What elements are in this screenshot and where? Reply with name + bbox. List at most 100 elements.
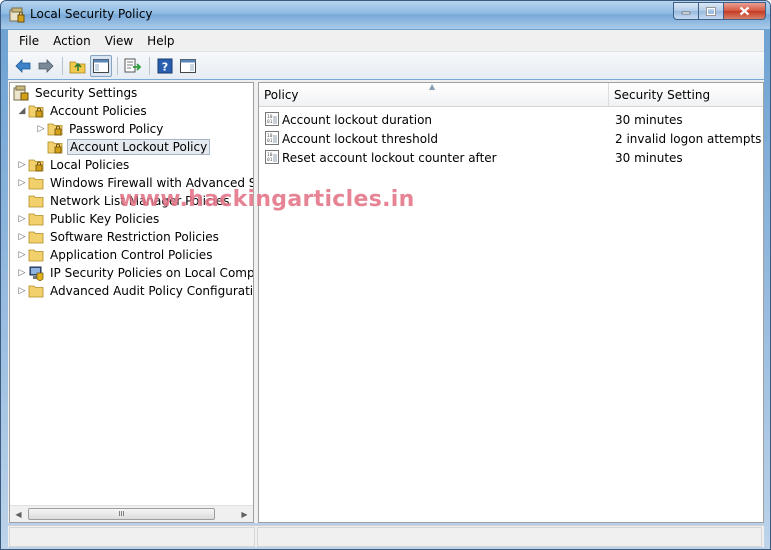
sort-ascending-icon: ▲: [429, 82, 436, 91]
tree-item-software-restriction-policies[interactable]: ▷ Software Restriction Policies: [16, 228, 221, 246]
policy-setting-icon: 1001: [265, 150, 279, 164]
scroll-right-button[interactable]: ▶: [236, 506, 253, 522]
column-header-security-setting[interactable]: Security Setting: [609, 83, 763, 107]
tree-item-advanced-audit-policy[interactable]: ▷ Advanced Audit Policy Configuration: [16, 282, 254, 300]
menu-action[interactable]: Action: [46, 34, 98, 48]
expand-arrow-icon[interactable]: ▷: [16, 264, 28, 282]
close-icon: [739, 6, 750, 16]
collapse-arrow-icon[interactable]: ◢: [16, 102, 28, 120]
svg-text:?: ?: [162, 60, 168, 73]
security-setting-value: 30 minutes: [615, 112, 683, 127]
menu-bar: File Action View Help: [8, 30, 764, 52]
policy-setting-icon: 1001: [265, 112, 279, 126]
expand-arrow-icon[interactable]: ▷: [16, 210, 28, 228]
tree-item-security-settings[interactable]: Security Settings: [13, 84, 139, 102]
column-header-label: Policy: [264, 87, 299, 102]
tree-item-label: Account Lockout Policy: [67, 139, 211, 155]
back-button[interactable]: [12, 55, 34, 77]
column-header-label: Security Setting: [614, 87, 711, 102]
svg-text:01: 01: [267, 138, 273, 144]
tree-item-public-key-policies[interactable]: ▷ Public Key Policies: [16, 210, 161, 228]
policy-setting-icon: 1001: [265, 131, 279, 145]
expand-arrow-icon[interactable]: ▷: [16, 246, 28, 264]
horizontal-scrollbar[interactable]: ◀ III ▶: [10, 505, 253, 522]
show-hide-console-tree-icon: [93, 58, 109, 73]
show-hide-action-pane-icon: [180, 58, 196, 73]
folder-icon: [28, 177, 44, 190]
locked-folder-icon: [28, 105, 44, 118]
scroll-left-arrow-icon: ◀: [15, 509, 22, 519]
close-button[interactable]: [723, 2, 766, 20]
local-security-policy-window: Local Security Policy File Action View H…: [0, 0, 771, 550]
table-row[interactable]: 10 01 Reset account lockout counter after…: [259, 148, 763, 167]
tree-item-label: Windows Firewall with Advanced Secu: [50, 176, 253, 190]
tree-item-account-lockout-policy[interactable]: Account Lockout Policy: [35, 138, 211, 156]
status-bar-section: [257, 527, 762, 547]
tree-item-label: Security Settings: [35, 86, 138, 100]
expand-arrow-icon[interactable]: ▷: [35, 120, 47, 138]
toolbar-separator: [117, 56, 118, 75]
menu-view[interactable]: View: [98, 34, 140, 48]
policy-name: Reset account lockout counter after: [282, 150, 497, 165]
tree-item-label: Account Policies: [50, 104, 147, 118]
scroll-left-button[interactable]: ◀: [10, 506, 27, 522]
console-tree[interactable]: Security Settings ◢ Account Policies ▷ P…: [9, 82, 254, 523]
window-title: Local Security Policy: [30, 7, 153, 21]
scroll-right-arrow-icon: ▶: [241, 509, 248, 519]
locked-folder-icon: [28, 159, 44, 172]
maximize-button[interactable]: [698, 2, 724, 20]
tree-item-password-policy[interactable]: ▷ Password Policy: [35, 120, 165, 138]
scroll-thumb-grip: III: [118, 510, 125, 518]
table-row[interactable]: 10 01 Account lockout threshold 2 invalid…: [259, 129, 763, 148]
help-button[interactable]: ?: [154, 55, 176, 77]
tree-item-label: Application Control Policies: [50, 248, 213, 262]
security-settings-icon: [13, 85, 29, 101]
security-setting-value: 2 invalid logon attempts: [615, 131, 762, 146]
svg-text:01: 01: [267, 157, 273, 163]
title-bar[interactable]: Local Security Policy: [1, 1, 770, 29]
show-hide-action-pane-button[interactable]: [177, 55, 199, 77]
tree-item-label: Local Policies: [50, 158, 130, 172]
policy-name: Account lockout threshold: [282, 131, 439, 146]
expand-arrow-icon[interactable]: ▷: [16, 174, 28, 192]
details-list[interactable]: ▲ Policy Security Setting 10 01 Account l…: [258, 82, 764, 523]
security-setting-value: 30 minutes: [615, 150, 683, 165]
tree-item-label: IP Security Policies on Local Compute: [50, 266, 254, 280]
window-controls: [673, 2, 766, 21]
menu-help[interactable]: Help: [140, 34, 181, 48]
tree-item-label: Password Policy: [69, 122, 164, 136]
tree-item-account-policies[interactable]: ◢ Account Policies: [16, 102, 149, 120]
expand-arrow-icon[interactable]: ▷: [16, 282, 28, 300]
forward-button[interactable]: [35, 55, 57, 77]
expand-arrow-icon[interactable]: ▷: [16, 156, 28, 174]
tree-item-ip-security-policies[interactable]: ▷ IP Security Policies on Local Compute: [16, 264, 254, 282]
policy-name: Account lockout duration: [282, 112, 433, 127]
status-bar: [8, 525, 764, 547]
tree-item-local-policies[interactable]: ▷ Local Policies: [16, 156, 131, 174]
minimize-button[interactable]: [673, 2, 699, 20]
menu-file[interactable]: File: [8, 34, 46, 48]
scroll-thumb[interactable]: III: [28, 508, 215, 520]
folder-icon: [28, 231, 44, 244]
help-icon: ?: [157, 58, 173, 73]
tree-item-network-list-manager[interactable]: Network List Manager Policies: [16, 192, 232, 210]
show-hide-console-tree-button[interactable]: [90, 54, 112, 77]
folder-icon: [28, 249, 44, 262]
tree-item-application-control-policies[interactable]: ▷ Application Control Policies: [16, 246, 214, 264]
toolbar-separator: [149, 56, 150, 75]
export-list-icon: [124, 58, 142, 72]
forward-arrow-icon: [38, 58, 54, 73]
table-row[interactable]: 10 01 Account lockout duration 30 minutes: [259, 110, 763, 129]
up-one-level-button[interactable]: [67, 55, 89, 77]
back-arrow-icon: [15, 58, 31, 73]
tree-item-windows-firewall[interactable]: ▷ Windows Firewall with Advanced Secu: [16, 174, 253, 192]
tree-item-label: Advanced Audit Policy Configuration: [50, 284, 254, 298]
column-header-policy[interactable]: ▲ Policy: [259, 83, 609, 107]
maximize-icon: [706, 6, 716, 16]
export-list-button[interactable]: [122, 55, 144, 77]
status-bar-section: [9, 527, 255, 547]
expand-arrow-icon[interactable]: ▷: [16, 228, 28, 246]
toolbar: ?: [8, 52, 764, 79]
